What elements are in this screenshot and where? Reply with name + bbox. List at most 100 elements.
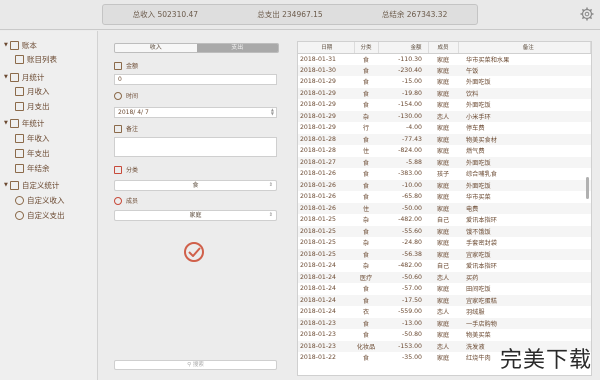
folder-icon (15, 148, 24, 158)
cell-category: 食 (354, 225, 378, 237)
disclosure-triangle-icon[interactable]: ▼ (4, 74, 8, 80)
cell-date: 2018-01-25 (298, 248, 354, 260)
cell-date: 2018-01-27 (298, 156, 354, 168)
gear-icon[interactable] (580, 7, 594, 21)
cell-amount: -110.30 (398, 55, 422, 63)
date-picker[interactable]: 2018/ 4/ 7 ▲ ▼ (114, 107, 277, 118)
table-row[interactable]: 2018-01-27 食 -5.88 家庭 外面吃饭 (298, 156, 591, 168)
column-header-amount[interactable]: 金额 (378, 42, 429, 54)
table-row[interactable]: 2018-01-24 食 -57.00 家庭 田间吃饭 (298, 283, 591, 295)
cell-member: 家庭 (428, 87, 458, 99)
cell-amount: -77.43 (378, 133, 428, 145)
search-placeholder: 搜索 (192, 362, 204, 368)
sidebar-item-label: 月支出 (27, 101, 50, 111)
column-header-note[interactable]: 备注 (458, 42, 591, 54)
cell-member: 家庭 (428, 317, 458, 329)
cell-member: 家庭 (428, 179, 458, 191)
tab-expense[interactable]: 支出 (196, 44, 278, 52)
table-row[interactable]: 2018-01-24 食 -17.50 家庭 宜家吃蛋糕 (298, 294, 591, 306)
cell-member: 家庭 (436, 240, 450, 248)
vertical-scrollbar[interactable] (586, 177, 589, 199)
watermark: 完美下载 (499, 348, 592, 373)
sidebar-group-yearly[interactable]: ▼ 年统计 (4, 117, 44, 129)
sidebar-item-monthly-income[interactable]: 月收入 (15, 85, 50, 97)
table-row[interactable]: 2018-01-26 食 -65.80 家庭 华市买菜 (298, 191, 591, 203)
sidebar-item-label: 自定义收入 (27, 195, 65, 205)
table-row[interactable]: 2018-01-29 食 -15.00 家庭 外面吃饭 (298, 76, 591, 88)
category-label: 分类 (114, 165, 138, 174)
table-row[interactable]: 2018-01-30 食 -230.40 家庭 午饭 (298, 64, 591, 76)
table-header-row: 日期 分类 金额 成员 备注 (298, 42, 591, 54)
table-row[interactable]: 2018-01-28 食 -77.43 家庭 物美买食材 (298, 133, 591, 145)
cell-note: 爱讯本指环 (466, 263, 497, 271)
column-header-category[interactable]: 分类 (354, 42, 379, 54)
sidebar-item-custom-expense[interactable]: 自定义支出 (15, 209, 65, 221)
disclosure-triangle-icon[interactable]: ▼ (4, 120, 8, 126)
table-row[interactable]: 2018-01-25 杂 -482.00 自己 爱讯本指环 (298, 214, 591, 226)
list-icon (15, 54, 24, 64)
cell-amount: -482.00 (398, 216, 422, 224)
table-row[interactable]: 2018-01-25 杂 -24.80 家庭 手套密封袋 (298, 237, 591, 249)
sidebar-item-account-list[interactable]: 账目列表 (15, 53, 57, 65)
disclosure-triangle-icon[interactable]: ▼ (4, 182, 8, 188)
sidebar-item-monthly-expense[interactable]: 月支出 (15, 100, 50, 112)
cell-date: 2018-01-29 (300, 78, 336, 86)
column-header-date[interactable]: 日期 (298, 42, 355, 54)
sidebar-item-custom-income[interactable]: 自定义收入 (15, 194, 65, 206)
table-row[interactable]: 2018-01-24 医疗 -50.60 恋人 买药 (298, 271, 591, 283)
table-row[interactable]: 2018-01-29 行 -4.00 家庭 停车费 (298, 122, 591, 134)
category-select[interactable]: 食 ⇕ (114, 180, 277, 191)
date-stepper-icon[interactable]: ▲ ▼ (271, 108, 274, 116)
cell-date: 2018-01-24 (300, 262, 336, 270)
table-row[interactable]: 2018-01-26 住 -50.00 家庭 电费 (298, 202, 591, 214)
table-row[interactable]: 2018-01-26 食 -10.00 家庭 外面吃饭 (298, 179, 591, 191)
time-label: 时间 (114, 91, 138, 100)
amount-input[interactable]: 0 (114, 74, 277, 85)
table-row[interactable]: 2018-01-29 杂 -130.00 恋人 小米手环 (298, 110, 591, 122)
cell-note: 小米手环 (458, 110, 591, 122)
sidebar-item-yearly-expense[interactable]: 年支出 (15, 147, 50, 159)
column-header-member[interactable]: 成员 (428, 42, 459, 54)
cell-date: 2018-01-23 (300, 331, 336, 339)
cell-note: 田间吃饭 (466, 286, 491, 294)
sidebar-item-yearly-income[interactable]: 年收入 (15, 132, 50, 144)
sidebar-item-yearly-balance[interactable]: 年结余 (15, 162, 50, 174)
table-row[interactable]: 2018-01-24 衣 -559.00 恋人 羽绒服 (298, 306, 591, 318)
date-value: 2018/ 4/ 7 (118, 109, 149, 116)
cell-amount: -13.00 (378, 317, 428, 329)
confirm-button[interactable] (184, 242, 204, 262)
table-row[interactable]: 2018-01-23 食 -50.80 家庭 物美买菜 (298, 329, 591, 341)
search-input[interactable]: ⚲ 搜索 (114, 360, 277, 370)
table-row[interactable]: 2018-01-25 食 -56.38 家庭 宜家吃饭 (298, 248, 591, 260)
cell-category: 食 (354, 294, 378, 306)
disclosure-triangle-icon[interactable]: ▼ (4, 42, 8, 48)
sidebar-group-custom[interactable]: ▼ 自定义统计 (4, 179, 59, 191)
cell-note: 饮料 (458, 87, 591, 99)
cell-category: 化妆品 (354, 340, 378, 352)
member-select[interactable]: 家庭 ⇕ (114, 210, 277, 221)
table-row[interactable]: 2018-01-25 食 -55.60 家庭 饿不饿饭 (298, 225, 591, 237)
cell-member: 家庭 (436, 332, 450, 340)
cell-date: 2018-01-25 (300, 216, 336, 224)
tab-income[interactable]: 收入 (115, 44, 197, 52)
note-textarea[interactable] (114, 137, 277, 157)
sidebar-group-ledger[interactable]: ▼ 账本 (4, 39, 37, 51)
cell-member: 恋人 (428, 271, 458, 283)
cell-amount: -824.00 (398, 147, 422, 155)
cell-date: 2018-01-23 (298, 340, 354, 352)
cell-amount: -153.00 (378, 340, 428, 352)
cell-member: 孩子 (436, 171, 450, 179)
table-row[interactable]: 2018-01-29 食 -154.00 家庭 外面吃饭 (298, 99, 591, 111)
table-row[interactable]: 2018-01-29 食 -19.80 家庭 饮料 (298, 87, 591, 99)
cell-amount: -56.38 (378, 248, 428, 260)
table-row[interactable]: 2018-01-24 杂 -482.00 自己 爱讯本指环 (298, 260, 591, 272)
cell-date: 2018-01-29 (300, 101, 336, 109)
folder-icon (15, 86, 24, 96)
type-segmented-control[interactable]: 收入 支出 (114, 43, 279, 53)
table-row[interactable]: 2018-01-28 住 -824.00 家庭 燃气费 (298, 145, 591, 157)
sidebar-group-monthly[interactable]: ▼ 月统计 (4, 71, 44, 83)
table-row[interactable]: 2018-01-23 食 -13.00 家庭 一手店购物 (298, 317, 591, 329)
table-row[interactable]: 2018-01-31 食 -110.30 家庭 华市买菜和水果 (298, 53, 591, 65)
total-expense: 总支出 234967.15 (257, 10, 323, 19)
table-row[interactable]: 2018-01-26 食 -383.00 孩子 综合哺乳食 (298, 168, 591, 180)
